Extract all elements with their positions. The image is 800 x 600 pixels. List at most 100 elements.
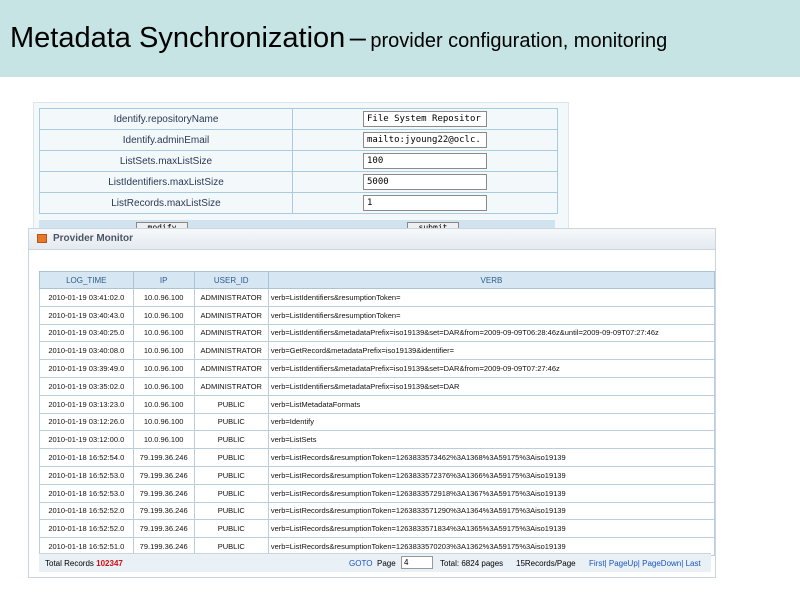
table-row[interactable]: 2010-01-19 03:39:49.0 10.0.96.100 ADMINIST… xyxy=(39,359,715,378)
user-id-cell: PUBLIC xyxy=(193,483,269,503)
page-label: Page xyxy=(377,559,396,568)
ip-cell: 10.0.96.100 xyxy=(132,376,195,396)
pagination: First| PageUp| PageDown| Last xyxy=(589,559,701,568)
verb-cell: verb=GetRecord&metadataPrefix=iso19139&i… xyxy=(267,341,715,361)
provider-monitor-panel: Provider Monitor LOG_TIME IP USER_ID VER… xyxy=(28,228,716,578)
page-up-link[interactable]: PageUp xyxy=(609,559,638,568)
monitor-title: Provider Monitor xyxy=(53,233,134,244)
monitor-footer: Total Records 102347 GOTO Page Total: 68… xyxy=(39,553,711,572)
user-id-text: ADMINISTRATOR xyxy=(200,292,262,302)
user-id-cell: PUBLIC xyxy=(193,430,269,450)
page-down-link[interactable]: PageDown xyxy=(642,559,681,568)
config-label: Identify.repositoryName xyxy=(39,108,293,130)
ip-text: 79.199.36.246 xyxy=(139,542,188,552)
user-id-text: PUBLIC xyxy=(217,506,245,516)
user-id-text: ADMINISTRATOR xyxy=(200,310,262,320)
ip-cell: 79.199.36.246 xyxy=(132,465,195,485)
table-row[interactable]: 2010-01-18 16:52:53.0 79.199.36.246 PUBLIC… xyxy=(39,465,715,485)
log-time-text: 2010-01-19 03:39:49.0 xyxy=(48,364,125,374)
config-label: ListSets.maxListSize xyxy=(39,150,293,172)
goto-link[interactable]: GOTO xyxy=(349,559,372,568)
title-dash: – xyxy=(349,22,366,54)
ip-cell: 10.0.96.100 xyxy=(132,341,195,361)
column-header-verb[interactable]: VERB xyxy=(267,271,715,289)
table-row[interactable]: 2010-01-19 03:40:43.0 10.0.96.100 ADMINIST… xyxy=(39,305,715,325)
log-time-cell: 2010-01-18 16:52:54.0 xyxy=(39,448,134,467)
log-time-text: 2010-01-19 03:40:08.0 xyxy=(48,346,125,356)
ip-text: 10.0.96.100 xyxy=(143,381,184,391)
pager-separator: | xyxy=(637,559,640,568)
ip-text: 79.199.36.246 xyxy=(139,488,188,498)
listsets-maxlistsize-input[interactable] xyxy=(363,153,487,169)
verb-text: verb=ListIdentifiers&metadataPrefix=iso1… xyxy=(270,381,460,391)
user-id-text: ADMINISTRATOR xyxy=(200,346,262,356)
first-page-link[interactable]: First xyxy=(589,559,605,568)
log-table-body: 2010-01-19 03:41:02.0 10.0.96.100 ADMINIST… xyxy=(39,288,715,556)
ip-cell: 10.0.96.100 xyxy=(132,359,195,378)
user-id-cell: PUBLIC xyxy=(193,501,269,521)
table-row[interactable]: 2010-01-19 03:40:08.0 10.0.96.100 ADMINIST… xyxy=(39,341,715,361)
verb-text: verb=ListRecords&resumptionToken=1263833… xyxy=(270,488,566,498)
verb-cell: verb=ListIdentifiers&resumptionToken= xyxy=(267,288,715,307)
last-page-link[interactable]: Last xyxy=(686,559,701,568)
table-row[interactable]: 2010-01-18 16:52:52.0 79.199.36.246 PUBLIC… xyxy=(39,501,715,521)
table-row[interactable]: 2010-01-18 16:52:52.0 79.199.36.246 PUBLIC… xyxy=(39,519,715,539)
user-id-text: ADMINISTRATOR xyxy=(200,381,262,391)
log-time-text: 2010-01-18 16:52:54.0 xyxy=(48,453,125,463)
log-time-cell: 2010-01-19 03:35:02.0 xyxy=(39,376,134,396)
listrecords-maxlistsize-input[interactable] xyxy=(363,195,487,211)
log-time-cell: 2010-01-19 03:39:49.0 xyxy=(39,359,134,378)
user-id-cell: ADMINISTRATOR xyxy=(193,323,269,343)
ip-cell: 79.199.36.246 xyxy=(132,483,195,503)
panel-icon xyxy=(37,234,47,243)
ip-text: 10.0.96.100 xyxy=(143,346,184,356)
table-row[interactable]: 2010-01-19 03:40:25.0 10.0.96.100 ADMINIST… xyxy=(39,323,715,343)
table-row[interactable]: 2010-01-18 16:52:53.0 79.199.36.246 PUBLIC… xyxy=(39,483,715,503)
records-per-page: 15Records/Page xyxy=(516,559,576,568)
user-id-text: PUBLIC xyxy=(217,542,245,552)
page-number-input[interactable] xyxy=(401,556,433,569)
column-header-user-id[interactable]: USER_ID xyxy=(193,271,269,289)
total-pages: Total: 6824 pages xyxy=(440,559,504,568)
ip-text: 79.199.36.246 xyxy=(139,453,188,463)
table-row[interactable]: 2010-01-19 03:35:02.0 10.0.96.100 ADMINIST… xyxy=(39,376,715,396)
log-time-cell: 2010-01-19 03:12:00.0 xyxy=(39,430,134,450)
user-id-text: PUBLIC xyxy=(217,399,245,409)
user-id-cell: PUBLIC xyxy=(193,394,269,414)
table-row[interactable]: 2010-01-19 03:41:02.0 10.0.96.100 ADMINIST… xyxy=(39,288,715,307)
verb-text: verb=ListIdentifiers&metadataPrefix=iso1… xyxy=(270,364,560,374)
column-header-log-time[interactable]: LOG_TIME xyxy=(39,271,134,289)
user-id-text: PUBLIC xyxy=(217,417,245,427)
ip-cell: 79.199.36.246 xyxy=(132,501,195,521)
table-row[interactable]: 2010-01-19 03:12:00.0 10.0.96.100 PUBLIC ve… xyxy=(39,430,715,450)
admin-email-input[interactable] xyxy=(363,132,487,148)
ip-text: 79.199.36.246 xyxy=(139,506,188,516)
column-header-ip[interactable]: IP xyxy=(132,271,195,289)
user-id-text: ADMINISTRATOR xyxy=(200,364,262,374)
config-row: ListSets.maxListSize xyxy=(39,150,558,172)
table-row[interactable]: 2010-01-19 03:12:26.0 10.0.96.100 PUBLIC ve… xyxy=(39,412,715,432)
verb-cell: verb=ListIdentifiers&metadataPrefix=iso1… xyxy=(267,376,715,396)
verb-cell: verb=ListRecords&resumptionToken=1263833… xyxy=(267,519,715,539)
verb-text: verb=ListIdentifiers&resumptionToken= xyxy=(270,292,401,302)
verb-text: verb=ListRecords&resumptionToken=1263833… xyxy=(270,506,566,516)
listidentifiers-maxlistsize-input[interactable] xyxy=(363,174,487,190)
total-records-value: 102347 xyxy=(96,559,123,568)
log-time-text: 2010-01-19 03:40:43.0 xyxy=(48,310,125,320)
verb-cell: verb=ListIdentifiers&resumptionToken= xyxy=(267,305,715,325)
provider-config-panel: Identify.repositoryName Identify.adminEm… xyxy=(33,102,569,230)
config-row: ListIdentifiers.maxListSize xyxy=(39,171,558,193)
log-time-text: 2010-01-19 03:13:23.0 xyxy=(48,399,125,409)
log-time-text: 2010-01-18 16:52:53.0 xyxy=(48,488,125,498)
log-time-text: 2010-01-18 16:52:51.0 xyxy=(48,542,125,552)
ip-text: 10.0.96.100 xyxy=(143,292,184,302)
verb-text: verb=ListRecords&resumptionToken=1263833… xyxy=(270,453,566,463)
table-row[interactable]: 2010-01-18 16:52:54.0 79.199.36.246 PUBLIC… xyxy=(39,448,715,467)
log-time-cell: 2010-01-19 03:13:23.0 xyxy=(39,394,134,414)
user-id-cell: PUBLIC xyxy=(193,465,269,485)
table-row[interactable]: 2010-01-19 03:13:23.0 10.0.96.100 PUBLIC ve… xyxy=(39,394,715,414)
title-main: Metadata Synchronization xyxy=(10,22,346,54)
repository-name-input[interactable] xyxy=(363,111,487,127)
config-value-cell xyxy=(292,150,558,172)
user-id-cell: ADMINISTRATOR xyxy=(193,376,269,396)
